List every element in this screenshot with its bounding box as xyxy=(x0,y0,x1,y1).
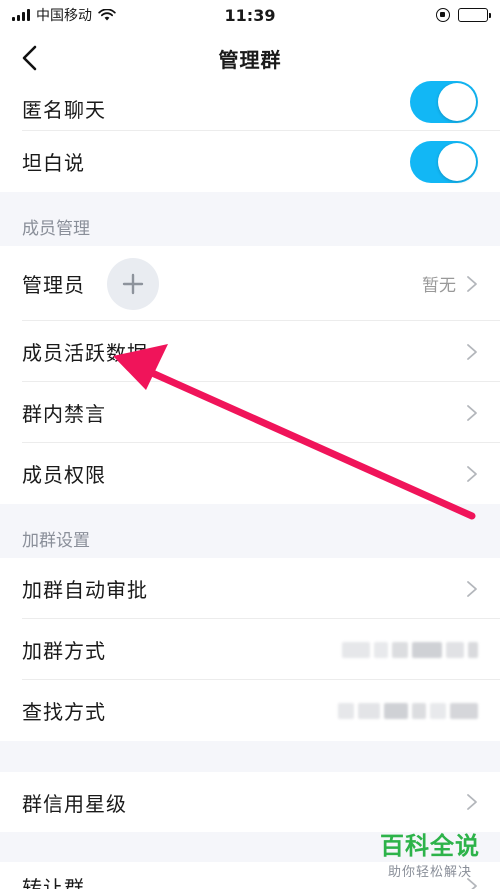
add-admin-button[interactable] xyxy=(107,257,159,310)
section-header-member-management: 成员管理 xyxy=(22,218,90,239)
row-search-method[interactable]: 查找方式 xyxy=(0,680,500,741)
row-join-auto-approve[interactable]: 加群自动审批 xyxy=(0,558,500,619)
status-left: 中国移动 xyxy=(12,5,171,25)
carrier-name: 中国移动 xyxy=(36,8,92,24)
row-right xyxy=(410,140,478,183)
row-admin[interactable]: 管理员 暂无 xyxy=(0,246,500,321)
row-right xyxy=(466,343,478,361)
signal-icon xyxy=(12,9,30,21)
row-right: 暂无 xyxy=(422,271,478,296)
row-label: 加群方式 xyxy=(22,639,106,663)
tanbai-toggle[interactable] xyxy=(410,140,478,183)
chevron-right-icon xyxy=(467,794,477,810)
row-credit-star[interactable]: 群信用星级 xyxy=(0,772,500,832)
row-join-method[interactable]: 加群方式 xyxy=(0,619,500,680)
nav-bar: 管理群 xyxy=(0,30,500,86)
row-label: 加群自动审批 xyxy=(22,578,148,602)
row-label: 查找方式 xyxy=(22,700,106,724)
join-method-value-blurred xyxy=(342,641,478,658)
row-right xyxy=(466,793,478,811)
status-right xyxy=(329,8,492,22)
back-chevron-icon[interactable] xyxy=(18,44,44,72)
row-right xyxy=(338,702,478,719)
toggle-knob xyxy=(438,142,476,181)
orientation-lock-icon xyxy=(436,8,451,22)
row-label: 群信用星级 xyxy=(22,791,127,816)
admin-value: 暂无 xyxy=(422,276,456,296)
battery-icon xyxy=(458,8,492,22)
chevron-right-icon xyxy=(467,465,477,482)
row-label: 转让群 xyxy=(22,876,85,889)
chevron-right-icon xyxy=(467,343,477,360)
row-label: 成员权限 xyxy=(22,463,106,487)
anonymous-chat-toggle[interactable] xyxy=(410,80,478,123)
row-label: 群内禁言 xyxy=(22,402,106,426)
search-method-value-blurred xyxy=(338,702,478,719)
row-right xyxy=(466,580,478,598)
row-member-permission[interactable]: 成员权限 xyxy=(0,443,500,504)
chevron-right-icon xyxy=(467,404,477,421)
row-member-activity[interactable]: 成员活跃数据 xyxy=(0,321,500,382)
row-right xyxy=(466,404,478,422)
page-title: 管理群 xyxy=(218,47,282,72)
watermark-title: 百科全说 xyxy=(380,832,480,860)
toggle-knob xyxy=(438,82,476,121)
row-label: 坦白说 xyxy=(22,151,85,175)
row-label: 匿名聊天 xyxy=(22,98,106,122)
status-time: 11:39 xyxy=(224,5,276,25)
chevron-right-icon xyxy=(467,580,477,597)
watermark-logo: 百科全说 助你轻松解决 xyxy=(370,826,490,882)
watermark-subtitle: 助你轻松解决 xyxy=(387,865,472,880)
chevron-right-icon xyxy=(467,275,477,292)
row-label: 管理员 xyxy=(22,273,85,297)
row-group-mute[interactable]: 群内禁言 xyxy=(0,382,500,443)
row-anonymous-chat[interactable]: 匿名聊天 xyxy=(0,80,500,131)
status-bar: 中国移动 11:39 xyxy=(0,0,500,30)
row-tanbai[interactable]: 坦白说 xyxy=(0,131,500,192)
row-right xyxy=(410,80,478,123)
row-right xyxy=(466,465,478,483)
plus-icon xyxy=(122,273,144,294)
row-label: 成员活跃数据 xyxy=(22,341,148,365)
row-right xyxy=(342,641,478,658)
section-header-join-settings: 加群设置 xyxy=(22,530,90,551)
wifi-icon xyxy=(98,9,116,21)
